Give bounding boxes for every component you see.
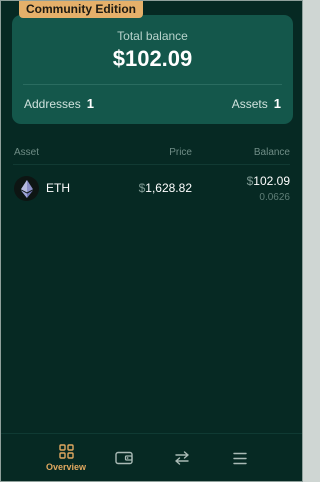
total-balance-value: $102.09 xyxy=(112,46,193,71)
edition-badge: Community Edition xyxy=(19,1,143,18)
balance-card: Total balance $102.09 Addresses 1 Assets 1 xyxy=(12,15,293,124)
addresses-stat[interactable]: Addresses 1 xyxy=(24,96,94,111)
total-balance-label: Total balance xyxy=(117,29,188,43)
card-divider xyxy=(23,84,282,85)
assets-stat[interactable]: Assets 1 xyxy=(232,96,281,111)
asset-amount: 0.0626 xyxy=(259,192,290,203)
assets-label: Assets xyxy=(231,97,268,111)
nav-menu[interactable] xyxy=(210,434,270,481)
addresses-label: Addresses xyxy=(24,97,81,111)
asset-name: ETH xyxy=(46,181,70,195)
wallet-app: Community Edition Total balance $102.09 … xyxy=(0,0,303,482)
nav-overview-label: Overview xyxy=(45,462,87,472)
asset-price: $1,628.82 xyxy=(138,181,192,195)
column-header-price: Price xyxy=(169,147,192,158)
nav-wallet[interactable] xyxy=(94,434,154,481)
grid-icon xyxy=(58,444,74,459)
bottom-nav: Overview xyxy=(1,433,302,481)
ethereum-icon xyxy=(14,176,39,201)
column-header-balance: Balance xyxy=(253,147,290,158)
swap-icon xyxy=(175,451,189,465)
addresses-count: 1 xyxy=(86,96,94,111)
menu-icon xyxy=(233,452,247,464)
column-header-asset: Asset xyxy=(14,147,40,158)
assets-count: 1 xyxy=(273,96,281,111)
asset-row-eth[interactable]: ETH $1,628.82 $102.09 0.0626 xyxy=(1,165,302,211)
asset-balance: $102.09 xyxy=(246,174,290,188)
nav-swap[interactable] xyxy=(152,434,212,481)
nav-overview[interactable]: Overview xyxy=(36,434,96,481)
wallet-icon xyxy=(115,451,133,465)
